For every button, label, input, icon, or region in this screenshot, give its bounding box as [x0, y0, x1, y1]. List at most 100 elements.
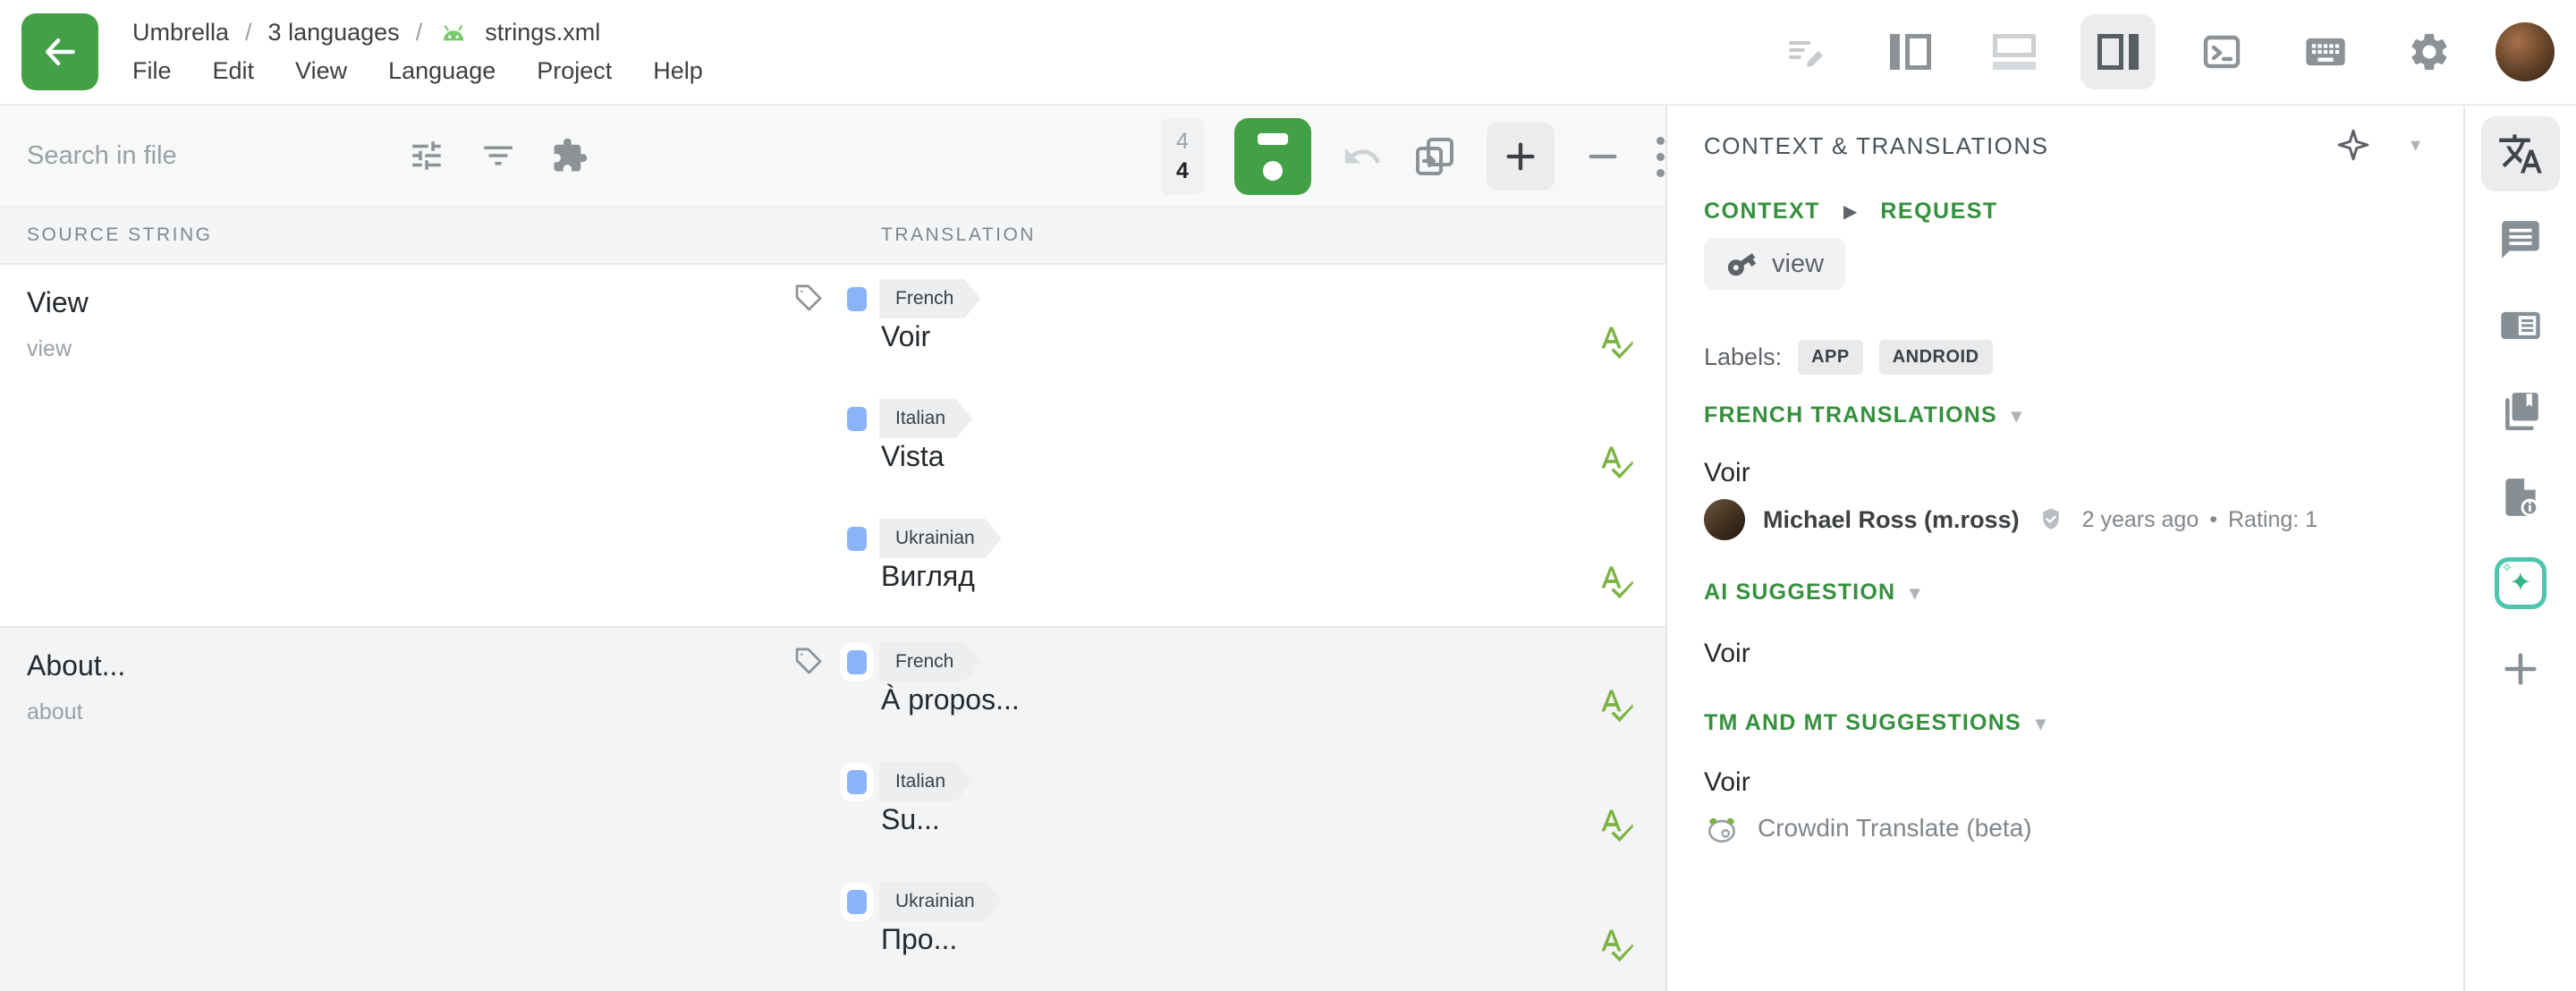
breadcrumb-file[interactable]: strings.xml	[485, 19, 600, 47]
translation-row[interactable]: Italian Su...	[792, 748, 1665, 868]
remove-string-button[interactable]	[1585, 139, 1621, 174]
draft-mode-button[interactable]	[1769, 14, 1844, 89]
language-badge: French	[879, 279, 980, 318]
add-string-button[interactable]	[1487, 123, 1555, 191]
sidebar-tab-translations[interactable]	[2481, 116, 2560, 191]
plugins-icon[interactable]	[551, 137, 589, 174]
keyboard-icon	[2302, 29, 2349, 75]
string-status-marker	[847, 287, 867, 311]
tm-suggestion-text[interactable]: Voir	[1704, 767, 1750, 798]
menu-help[interactable]: Help	[653, 57, 703, 85]
sparkle-icon[interactable]	[2335, 127, 2371, 163]
author-name[interactable]: Michael Ross (m.ross)	[1763, 506, 2020, 534]
language-badge: Italian	[879, 762, 972, 801]
translation-text: Su...	[881, 803, 940, 836]
approve-spellcheck-icon[interactable]	[1597, 925, 1637, 964]
tab-context[interactable]: CONTEXT	[1704, 199, 1820, 224]
keyboard-shortcuts-button[interactable]	[2288, 14, 2363, 89]
user-avatar[interactable]	[2496, 22, 2555, 81]
layout-right-panel-button[interactable]	[2080, 14, 2156, 89]
menu-edit[interactable]: Edit	[213, 57, 255, 85]
search-input[interactable]	[27, 141, 385, 171]
context-card-icon	[2497, 302, 2544, 349]
label-chip-android[interactable]: ANDROID	[1879, 340, 1993, 375]
draft-edit-icon	[1785, 30, 1828, 73]
translation-row[interactable]: French Voir	[792, 265, 1665, 385]
string-row-about[interactable]: About... about French À propos...	[0, 628, 1665, 991]
sidebar-tab-comments[interactable]	[2481, 202, 2560, 277]
tab-request[interactable]: REQUEST	[1880, 199, 1997, 224]
translation-row[interactable]: Italian Vista	[792, 385, 1665, 504]
section-tm-mt-suggestions[interactable]: TM AND MT SUGGESTIONS ▾	[1704, 710, 2046, 736]
panel-sidebar: ✦ ✧	[2463, 106, 2576, 991]
approve-spellcheck-icon[interactable]	[1597, 322, 1637, 361]
labels-row: Labels: APP ANDROID	[1704, 340, 1993, 375]
string-key-chip[interactable]: view	[1704, 238, 1845, 290]
glossary-book-icon	[2498, 389, 2543, 434]
string-status-marker	[847, 650, 867, 674]
suggestion-rating: Rating: 1	[2228, 507, 2318, 533]
layout-right-icon	[2097, 34, 2139, 70]
approve-spellcheck-icon[interactable]	[1597, 562, 1637, 601]
back-button[interactable]	[21, 13, 98, 90]
approve-spellcheck-icon[interactable]	[1597, 442, 1637, 481]
settings-button[interactable]	[2392, 14, 2467, 89]
section-french-translations[interactable]: FRENCH TRANSLATIONS ▾	[1704, 402, 2022, 428]
editor-body: 4 4	[0, 106, 2576, 991]
translation-row[interactable]: French À propos...	[792, 628, 1665, 748]
menu-file[interactable]: File	[132, 57, 172, 85]
meta-separator: •	[2209, 507, 2217, 533]
panel-title: CONTEXT & TRANSLATIONS	[1704, 132, 2049, 160]
panel-tabs: CONTEXT ▶ REQUEST	[1704, 199, 1998, 224]
translate-icon	[2497, 131, 2544, 177]
layout-bottom-icon	[1993, 34, 2036, 70]
menu-view[interactable]: View	[295, 57, 347, 85]
gear-icon	[2407, 30, 2452, 74]
back-arrow-icon	[40, 32, 80, 72]
string-row-view[interactable]: View view French Voir	[0, 265, 1665, 628]
panel-collapse-caret-icon[interactable]: ▾	[2411, 135, 2420, 155]
sidebar-tab-ai-assistant[interactable]: ✦ ✧	[2481, 546, 2560, 621]
context-panel: CONTEXT & TRANSLATIONS ▾ CONTEXT ▶ REQUE…	[1667, 106, 2463, 991]
comments-icon	[2498, 217, 2543, 262]
copy-source-button[interactable]	[1413, 135, 1456, 178]
sidebar-tab-glossary[interactable]	[2481, 374, 2560, 449]
list-toolbar: 4 4	[0, 106, 1665, 208]
menu-language[interactable]: Language	[388, 57, 496, 85]
approve-spellcheck-icon[interactable]	[1597, 805, 1637, 844]
label-chip-app[interactable]: APP	[1798, 340, 1863, 375]
author-avatar[interactable]	[1704, 499, 1745, 540]
language-badge: Italian	[879, 399, 972, 438]
language-badge: Ukrainian	[879, 882, 1002, 921]
translation-text: Про...	[881, 923, 957, 956]
french-suggestion-text[interactable]: Voir	[1704, 458, 1750, 488]
caret-down-icon: ▾	[1910, 583, 1920, 603]
section-ai-suggestion[interactable]: AI SUGGESTION ▾	[1704, 580, 1920, 606]
labels-caption: Labels:	[1704, 343, 1782, 371]
save-button[interactable]	[1234, 118, 1311, 195]
sidebar-tab-file-info[interactable]	[2481, 460, 2560, 535]
undo-button[interactable]	[1342, 136, 1383, 177]
source-string-text: View	[27, 286, 89, 319]
sidebar-tab-context-card[interactable]	[2481, 288, 2560, 363]
layout-side-by-side-button[interactable]	[1873, 14, 1948, 89]
breadcrumb-languages[interactable]: 3 languages	[268, 19, 400, 47]
language-badge: Ukrainian	[879, 519, 1002, 558]
layout-bottom-button[interactable]	[1977, 14, 2052, 89]
shield-check-icon	[2038, 506, 2064, 533]
approve-spellcheck-icon[interactable]	[1597, 685, 1637, 724]
translation-row[interactable]: Ukrainian Вигляд	[792, 504, 1665, 624]
ai-suggestion-text[interactable]: Voir	[1704, 639, 1750, 669]
breadcrumb-project[interactable]: Umbrella	[132, 19, 229, 47]
crowdin-editor: Umbrella / 3 languages / strings.xml Fil…	[0, 0, 2576, 991]
sidebar-add-section[interactable]	[2481, 631, 2560, 707]
console-button[interactable]	[2184, 14, 2259, 89]
menu-project[interactable]: Project	[537, 57, 612, 85]
tm-provider-name: Crowdin Translate (beta)	[1758, 814, 2032, 843]
caret-right-icon: ▶	[1843, 200, 1857, 223]
string-status-marker	[847, 770, 867, 794]
advanced-filter-icon[interactable]	[408, 137, 445, 174]
translation-text: Вигляд	[881, 560, 975, 593]
translation-row[interactable]: Ukrainian Про...	[792, 868, 1665, 987]
filter-icon[interactable]	[479, 137, 517, 174]
